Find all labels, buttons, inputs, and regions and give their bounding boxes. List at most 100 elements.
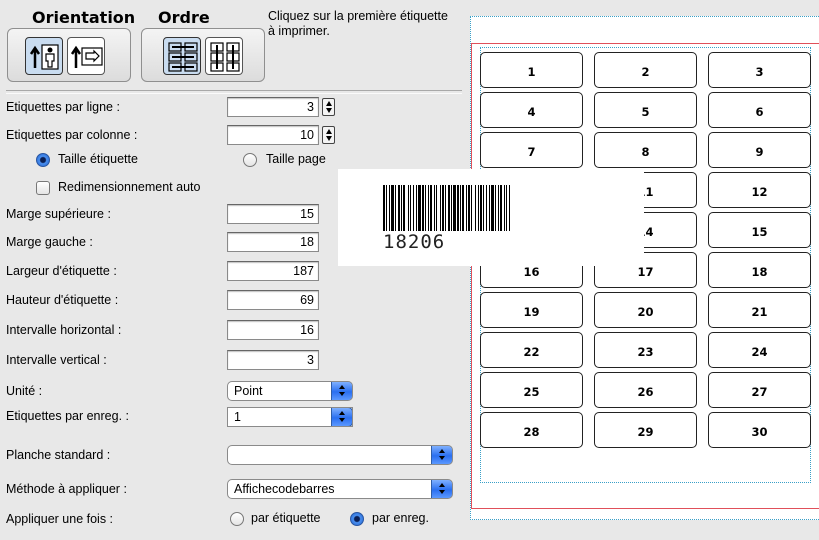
barcode-bar bbox=[504, 185, 505, 231]
per-column-stepper[interactable] bbox=[322, 126, 335, 144]
label-cell[interactable]: 25 bbox=[480, 372, 583, 408]
portrait-orientation-button[interactable] bbox=[25, 37, 63, 75]
columns-order-icon bbox=[210, 42, 240, 72]
label-cell[interactable]: 1 bbox=[480, 52, 583, 88]
auto-resize-checkbox[interactable] bbox=[36, 181, 50, 195]
label-cell[interactable]: 12 bbox=[708, 172, 811, 208]
apply-once-label: Appliquer une fois : bbox=[6, 512, 114, 526]
barcode-bar bbox=[457, 185, 459, 231]
vertical-interval-label: Intervalle vertical : bbox=[6, 353, 107, 367]
barcode-bar bbox=[410, 185, 411, 231]
label-cell[interactable]: 15 bbox=[708, 212, 811, 248]
barcode-bar bbox=[509, 185, 510, 231]
label-height-label: Hauteur d'étiquette : bbox=[6, 293, 119, 307]
barcode-bar bbox=[491, 185, 494, 231]
unit-popup[interactable]: Point bbox=[227, 381, 353, 401]
per-label-option: par étiquette bbox=[251, 511, 321, 525]
order-by-columns-button[interactable] bbox=[205, 37, 243, 75]
barcode-bar bbox=[440, 185, 441, 231]
unit-popup-arrow-icon bbox=[331, 382, 352, 400]
barcode-bar bbox=[498, 185, 499, 231]
barcode-number: 18206 bbox=[383, 231, 446, 253]
label-width-field[interactable]: 187 bbox=[227, 261, 319, 281]
label-cell[interactable]: 7 bbox=[480, 132, 583, 168]
label-cell[interactable]: 26 bbox=[594, 372, 697, 408]
label-size-option: Taille étiquette bbox=[58, 152, 138, 166]
order-by-rows-button[interactable] bbox=[163, 37, 201, 75]
barcode-bar bbox=[430, 185, 432, 231]
barcode-bar bbox=[495, 185, 496, 231]
barcode-bar bbox=[422, 185, 424, 231]
landscape-person-icon bbox=[70, 45, 103, 68]
barcode-bar bbox=[480, 185, 482, 231]
label-cell[interactable]: 27 bbox=[708, 372, 811, 408]
label-cell[interactable]: 23 bbox=[594, 332, 697, 368]
standard-sheet-arrow-icon bbox=[431, 446, 452, 464]
barcode-bar bbox=[466, 185, 467, 231]
landscape-orientation-button[interactable] bbox=[67, 37, 105, 75]
barcode-bar bbox=[445, 185, 446, 231]
per-row-stepper[interactable] bbox=[322, 98, 335, 116]
vertical-interval-field[interactable]: 3 bbox=[227, 350, 319, 370]
method-popup[interactable]: Affichecodebarres bbox=[227, 479, 453, 499]
barcode-bar bbox=[451, 185, 452, 231]
label-cell[interactable]: 6 bbox=[708, 92, 811, 128]
barcode-bar bbox=[460, 185, 461, 231]
label-cell[interactable]: 4 bbox=[480, 92, 583, 128]
label-height-field[interactable]: 69 bbox=[227, 290, 319, 310]
label-cell[interactable]: 5 bbox=[594, 92, 697, 128]
unit-value: Point bbox=[234, 384, 263, 398]
per-record-combo[interactable]: 1 bbox=[227, 407, 353, 427]
left-margin-field[interactable]: 18 bbox=[227, 232, 319, 252]
per-label-radio[interactable] bbox=[230, 512, 244, 526]
page-size-radio[interactable] bbox=[243, 153, 257, 167]
label-cell[interactable]: 21 bbox=[708, 292, 811, 328]
barcode-bar bbox=[436, 185, 437, 231]
label-cell[interactable]: 3 bbox=[708, 52, 811, 88]
page-size-option: Taille page bbox=[266, 152, 326, 166]
top-margin-field[interactable]: 15 bbox=[227, 204, 319, 224]
rows-order-icon bbox=[168, 42, 198, 72]
standard-sheet-popup[interactable] bbox=[227, 445, 453, 465]
label-cell[interactable]: 9 bbox=[708, 132, 811, 168]
portrait-person-icon bbox=[29, 44, 59, 70]
barcode-bar bbox=[398, 185, 400, 231]
barcode-bar bbox=[413, 185, 414, 231]
barcode-bar bbox=[478, 185, 479, 231]
label-cell[interactable]: 29 bbox=[594, 412, 697, 448]
horizontal-interval-field[interactable]: 16 bbox=[227, 320, 319, 340]
barcode-bar bbox=[500, 185, 502, 231]
left-margin-label: Marge gauche : bbox=[6, 235, 93, 249]
label-cell[interactable]: 19 bbox=[480, 292, 583, 328]
barcode-bar bbox=[462, 185, 464, 231]
label-cell[interactable]: 22 bbox=[480, 332, 583, 368]
per-record-arrow-icon bbox=[331, 408, 352, 426]
barcode-bar bbox=[395, 185, 396, 231]
order-group bbox=[141, 28, 265, 82]
per-row-field[interactable]: 3 bbox=[227, 97, 319, 117]
label-cell[interactable]: 8 bbox=[594, 132, 697, 168]
per-record-radio[interactable] bbox=[350, 512, 364, 526]
method-value: Affichecodebarres bbox=[234, 482, 335, 496]
label-cell[interactable]: 2 bbox=[594, 52, 697, 88]
barcode-bar bbox=[442, 185, 444, 231]
header-divider bbox=[6, 90, 462, 94]
label-cell[interactable]: 18 bbox=[708, 252, 811, 288]
orientation-group bbox=[7, 28, 131, 82]
barcode-bar bbox=[468, 185, 470, 231]
per-column-field[interactable]: 10 bbox=[227, 125, 319, 145]
label-cell[interactable]: 28 bbox=[480, 412, 583, 448]
label-sheet-preview[interactable]: 1234567891011121314151617181920212223242… bbox=[470, 16, 819, 520]
label-cell[interactable]: 24 bbox=[708, 332, 811, 368]
label-cell[interactable]: 30 bbox=[708, 412, 811, 448]
barcode-bar bbox=[475, 185, 476, 231]
barcode-bar bbox=[486, 185, 487, 231]
method-arrow-icon bbox=[431, 480, 452, 498]
label-size-radio[interactable] bbox=[36, 153, 50, 167]
per-row-label: Etiquettes par ligne : bbox=[6, 100, 120, 114]
barcode-preview: 18206 bbox=[338, 169, 644, 266]
label-cell[interactable]: 20 bbox=[594, 292, 697, 328]
barcode-bar bbox=[483, 185, 484, 231]
barcode-bar bbox=[453, 185, 456, 231]
instruction-text: Cliquez sur la première étiquette à impr… bbox=[268, 9, 448, 38]
